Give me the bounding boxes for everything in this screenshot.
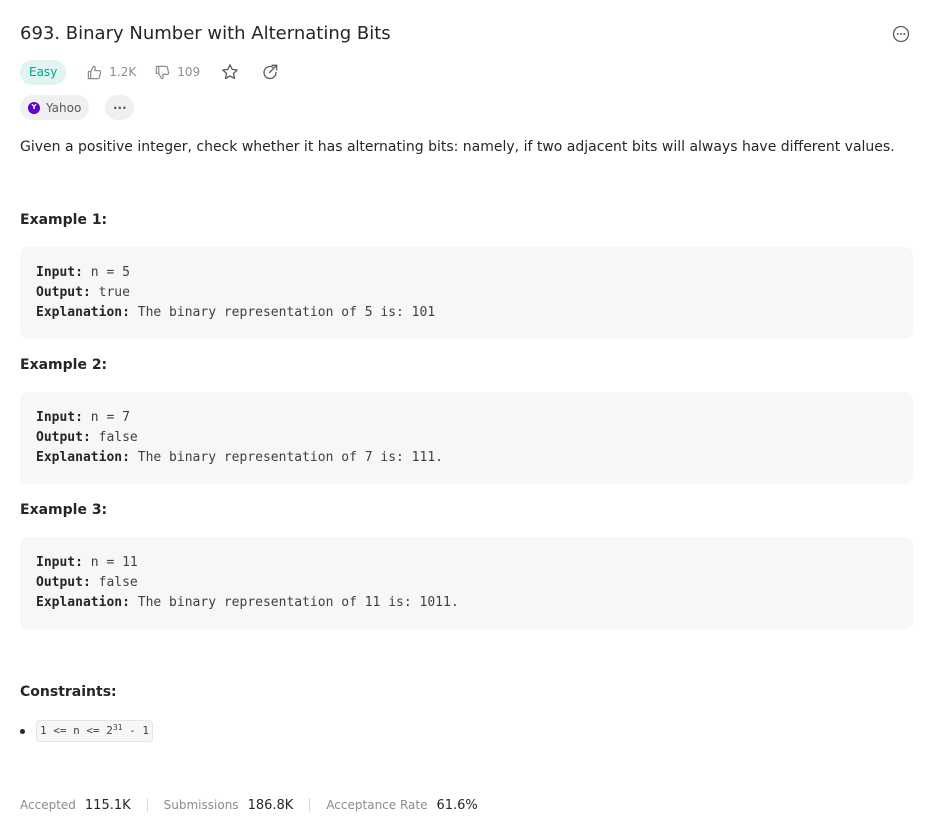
constraint-item: 1 <= n <= 231 - 1 [20,720,153,742]
input-label: Input: [36,410,83,425]
output-value: true [98,285,130,300]
star-icon[interactable] [221,63,239,81]
example-1-title: Example 1: [20,212,108,228]
share-icon[interactable] [261,63,279,81]
example-3-block: Input: n = 11 Output: false Explanation:… [20,537,913,629]
explanation-label: Explanation: [36,450,130,465]
input-label: Input: [36,555,83,570]
input-value: n = 7 [90,410,130,425]
example-2-block: Input: n = 7 Output: false Explanation: … [20,392,913,484]
example-3-title: Example 3: [20,502,108,518]
input-value: n = 11 [90,555,138,570]
problem-description: Given a positive integer, check whether … [20,139,895,155]
stats-bar: Accepted 115.1K Submissions 186.8K Accep… [20,796,478,814]
output-value: false [98,430,138,445]
submissions-value: 186.8K [247,797,294,813]
acceptance-rate-value: 61.6% [436,797,478,813]
more-options-icon[interactable] [892,25,910,43]
acceptance-rate-label: Acceptance Rate [326,798,428,812]
explanation-label: Explanation: [36,305,130,320]
constraint-code: 1 <= n <= 231 - 1 [36,720,153,742]
difficulty-badge: Easy [20,59,67,85]
output-value: false [98,575,138,590]
company-tag-yahoo[interactable]: Y Yahoo [20,95,90,120]
constraints-title: Constraints: [20,684,117,700]
title-row: 693. Binary Number with Alternating Bits [20,22,913,48]
output-label: Output: [36,430,91,445]
problem-title: 693. Binary Number with Alternating Bits [20,23,391,44]
yahoo-logo-icon: Y [28,101,40,114]
dislike-button[interactable]: 109 [154,64,200,81]
bullet [20,728,25,734]
explanation-label: Explanation: [36,595,130,610]
constraint-prefix: 1 <= n <= 2 [40,724,113,737]
submissions-label: Submissions [163,798,239,812]
example-2-title: Example 2: [20,357,108,373]
divider [309,798,311,812]
output-label: Output: [36,575,91,590]
tags-row: Y Yahoo ··· [20,95,135,120]
input-value: n = 5 [90,265,130,280]
accepted-label: Accepted [20,798,76,812]
explanation-value: The binary representation of 11 is: 1011… [137,595,459,610]
thumbs-up-icon [88,65,102,79]
output-label: Output: [36,285,91,300]
explanation-value: The binary representation of 5 is: 101 [137,305,436,320]
constraint-suffix: - 1 [122,724,149,737]
explanation-value: The binary representation of 7 is: 111. [137,450,443,465]
constraints-list: 1 <= n <= 231 - 1 [20,720,153,742]
company-name: Yahoo [46,100,82,115]
more-tags-button[interactable]: ··· [105,95,135,120]
like-count: 1.2K [109,65,137,79]
example-1-block: Input: n = 5 Output: true Explanation: T… [20,247,913,339]
divider [146,798,148,812]
dislike-count: 109 [177,65,201,79]
thumbs-down-icon [155,65,170,79]
like-button[interactable]: 1.2K [86,64,136,81]
accepted-value: 115.1K [84,797,131,813]
meta-row: Easy 1.2K 109 [20,59,279,85]
input-label: Input: [36,265,83,280]
constraint-exponent: 31 [112,723,123,732]
